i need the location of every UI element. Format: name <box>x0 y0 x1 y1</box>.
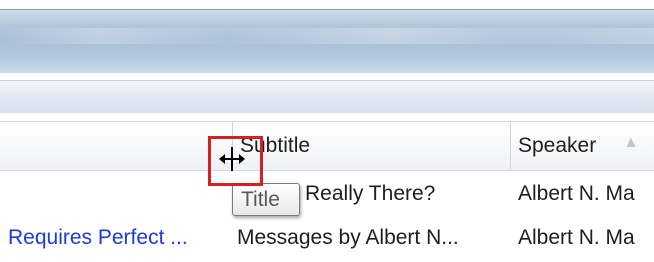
window-top-strip <box>0 0 654 9</box>
highlight-annotation <box>208 136 263 186</box>
tooltip-text: Title <box>241 188 280 211</box>
table-row[interactable]: Really There? Albert N. Ma <box>0 174 654 218</box>
cell-speaker: Albert N. Ma <box>518 226 635 249</box>
cell-subtitle: Messages by Albert N... <box>237 226 459 249</box>
column-tooltip: Title <box>232 183 300 216</box>
sort-ascending-icon: ▲ <box>623 134 639 151</box>
toolbar-ribbon <box>0 9 654 73</box>
table-row[interactable]: Requires Perfect ... Messages by Albert … <box>0 218 654 262</box>
cell-subtitle: Really There? <box>305 182 436 205</box>
separator <box>0 73 654 80</box>
column-header-subtitle[interactable]: Subtitle <box>233 122 510 170</box>
column-header-speaker-label: Speaker <box>518 134 597 157</box>
cell-title[interactable]: Requires Perfect ... <box>8 226 188 250</box>
column-header-row: Subtitle Speaker ▲ <box>0 121 654 171</box>
filter-bar <box>0 80 654 113</box>
cell-speaker: Albert N. Ma <box>518 182 635 205</box>
column-header-speaker[interactable]: Speaker ▲ <box>511 122 654 170</box>
column-header-title[interactable] <box>0 122 232 170</box>
separator <box>0 113 654 121</box>
